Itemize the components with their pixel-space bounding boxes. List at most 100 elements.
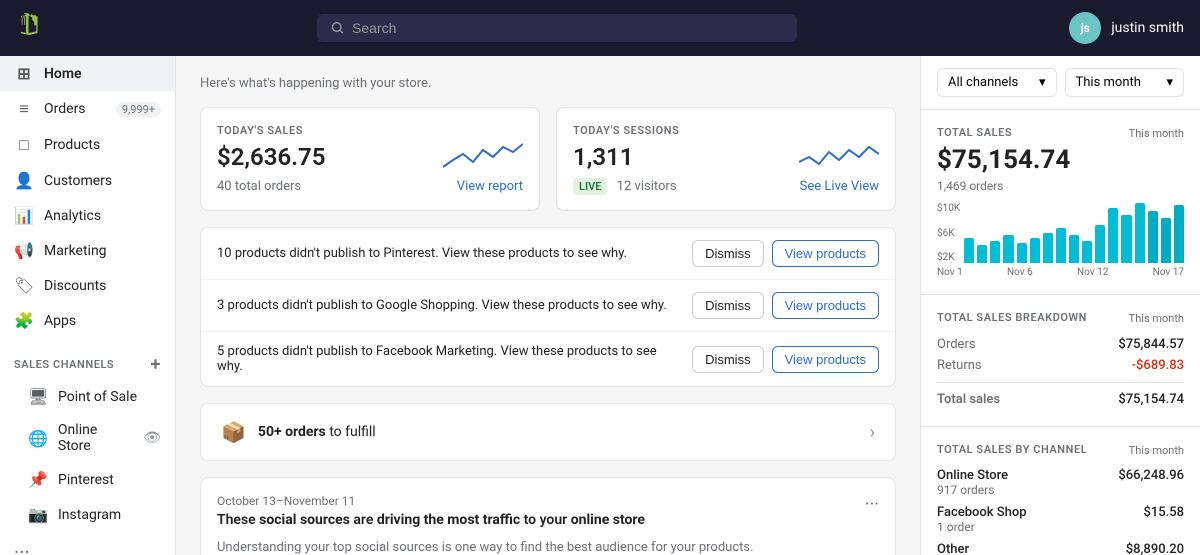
chart-bar-3	[1003, 235, 1013, 263]
see-live-view-link[interactable]: See Live View	[800, 179, 879, 194]
customers-icon: 👤	[14, 171, 34, 190]
sales-spark-chart	[443, 132, 523, 176]
breakdown-month: This month	[1129, 312, 1184, 325]
sidebar-item-products[interactable]: □ Products	[0, 127, 175, 163]
view-products-button-1[interactable]: View products	[772, 292, 879, 319]
live-badge: LIVE	[573, 178, 607, 195]
chart-bar-13	[1135, 203, 1145, 263]
user-area: js justin smith	[1069, 12, 1184, 44]
analytics-icon: 📊	[14, 206, 34, 225]
view-report-link[interactable]: View report	[457, 179, 523, 194]
sidebar-item-label: Customers	[44, 173, 112, 189]
chart-bar-4	[1017, 243, 1027, 263]
user-name: justin smith	[1111, 20, 1184, 36]
chart-bar-16	[1174, 205, 1184, 263]
sidebar-item-analytics[interactable]: 📊 Analytics	[0, 198, 175, 233]
channel-name-orders-2: Other 551 orders	[937, 542, 994, 555]
channel-value-0: $66,248.96	[1118, 468, 1184, 483]
channel-name-orders-0: Online Store 917 orders	[937, 468, 1008, 497]
dismiss-button-0[interactable]: Dismiss	[692, 240, 764, 267]
search-input[interactable]	[352, 20, 783, 36]
breakdown-title: TOTAL SALES BREAKDOWN	[937, 311, 1087, 324]
instagram-icon: 📷	[28, 505, 48, 524]
chart-bar-15	[1161, 218, 1171, 263]
sidebar-item-customers[interactable]: 👤 Customers	[0, 163, 175, 198]
channel-name-orders-1: Facebook Shop 1 order	[937, 505, 1027, 534]
sidebar-item-discounts[interactable]: 🏷 Discounts	[0, 268, 175, 303]
chevron-down-icon: ▾	[1039, 75, 1046, 90]
today-sales-footer: 40 total orders View report	[217, 179, 523, 194]
sidebar-item-label: Point of Sale	[58, 389, 137, 405]
today-sales-card: TODAY'S SALES $2,636.75 40 total orders …	[200, 107, 540, 211]
search-bar[interactable]	[317, 14, 797, 42]
shopify-logo[interactable]	[16, 11, 44, 46]
sidebar-item-instagram[interactable]: 📷 Instagram	[0, 497, 175, 532]
view-products-button-2[interactable]: View products	[772, 346, 879, 373]
fulfill-card[interactable]: 📦 50+ orders to fulfill ›	[200, 403, 896, 461]
chart-bars-container	[964, 203, 1184, 263]
chart-bar-9	[1082, 241, 1092, 263]
total-breakdown-row: Total sales $75,154.74	[937, 389, 1184, 410]
chart-bar-5	[1030, 238, 1040, 263]
dismiss-button-1[interactable]: Dismiss	[692, 292, 764, 319]
marketing-icon: 📢	[14, 241, 34, 260]
channel-value-2: $8,890.20	[1126, 542, 1184, 555]
more-button[interactable]: ···	[0, 532, 175, 555]
sidebar-item-apps[interactable]: 🧩 Apps	[0, 303, 175, 338]
sidebar-item-point-of-sale[interactable]: 🖥 Point of Sale	[0, 379, 175, 414]
alert-text-0: 10 products didn't publish to Pinterest.…	[217, 246, 684, 261]
alert-text-1: 3 products didn't publish to Google Shop…	[217, 298, 684, 313]
total-sales-title: TOTAL SALES	[937, 126, 1012, 139]
this-month-dropdown[interactable]: This month ▾	[1065, 68, 1185, 97]
today-sessions-footer: LIVE 12 visitors See Live View	[573, 179, 879, 194]
chart-bar-10	[1095, 225, 1105, 263]
sidebar-item-home[interactable]: ⊞ Home	[0, 56, 175, 91]
page-greeting: Here's what's happening with your store.	[200, 76, 896, 91]
add-channel-button[interactable]: +	[151, 354, 161, 375]
sidebar-item-orders[interactable]: ≡ Orders 9,999+	[0, 91, 175, 127]
insight-date: October 13–November 11	[217, 494, 645, 508]
sidebar-item-label: Pinterest	[58, 472, 114, 488]
top-navigation: js justin smith	[0, 0, 1200, 56]
insight-body: Understanding your top social sources is…	[217, 540, 879, 555]
fulfill-left: 📦 50+ orders to fulfill	[221, 420, 376, 444]
search-icon	[331, 21, 344, 35]
chart-labels: Nov 1 Nov 6 Nov 12 Nov 17	[937, 267, 1184, 278]
view-products-button-0[interactable]: View products	[772, 240, 879, 267]
avatar[interactable]: js	[1069, 12, 1101, 44]
main-content: Here's what's happening with your store.…	[176, 56, 920, 555]
sidebar-item-pinterest[interactable]: 📌 Pinterest	[0, 462, 175, 497]
channel-item-1: Facebook Shop 1 order $15.58	[937, 505, 1184, 534]
all-channels-dropdown[interactable]: All channels ▾	[937, 68, 1057, 97]
sidebar-item-label: Online Store	[58, 422, 133, 454]
discounts-icon: 🏷	[14, 276, 34, 295]
channel-orders-0: 917 orders	[937, 483, 1008, 497]
more-options-icon[interactable]: ···	[865, 494, 879, 515]
chart-bar-12	[1121, 215, 1131, 263]
chart-bars	[964, 203, 1184, 263]
dismiss-button-2[interactable]: Dismiss	[692, 346, 764, 373]
returns-breakdown-row: Returns -$689.83	[937, 355, 1184, 376]
orders-count: 1,469 orders	[937, 179, 1184, 193]
sidebar-item-online-store[interactable]: 🌐 Online Store 👁	[0, 414, 175, 462]
orders-breakdown-row: Orders $75,844.57	[937, 334, 1184, 355]
sidebar-item-label: Orders	[44, 101, 86, 117]
channel-value-1: $15.58	[1143, 505, 1184, 520]
returns-breakdown-label: Returns	[937, 358, 982, 373]
sidebar-item-label: Apps	[44, 313, 76, 329]
insight-header: October 13–November 11 These social sour…	[217, 494, 879, 534]
chart-bar-14	[1148, 211, 1158, 263]
sidebar-item-marketing[interactable]: 📢 Marketing	[0, 233, 175, 268]
chart-y-labels: $10K $6K $2K	[937, 203, 960, 263]
by-channel-title: TOTAL SALES BY CHANNEL	[937, 443, 1087, 456]
chart-bar-1	[977, 245, 987, 263]
eye-icon[interactable]: 👁	[143, 430, 161, 446]
total-orders-text: 40 total orders	[217, 179, 301, 194]
total-sales-month: This month	[1129, 127, 1184, 140]
sessions-spark-chart	[799, 132, 879, 176]
fulfill-text: 50+ orders to fulfill	[258, 424, 376, 440]
sales-breakdown-section: TOTAL SALES BREAKDOWN This month Orders …	[921, 295, 1200, 427]
sidebar-item-label: Instagram	[58, 507, 121, 523]
channel-name-2: Other	[937, 542, 994, 555]
total-sales-value: $75,154.74	[937, 145, 1184, 175]
